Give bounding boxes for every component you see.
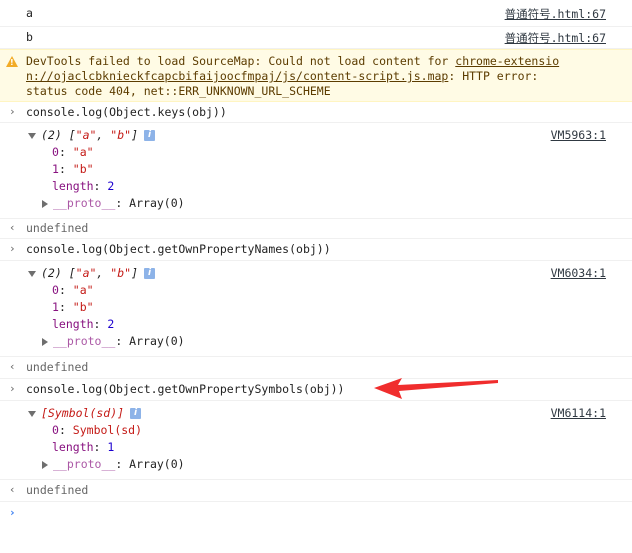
expand-triangle-icon[interactable] — [42, 337, 48, 346]
array-output: [Symbol(sd)] i VM6114:1 0: Symbol(sd) len… — [0, 401, 632, 480]
red-arrow-annotation — [374, 378, 498, 399]
result-undefined: ‹ undefined — [0, 219, 632, 239]
source-link[interactable]: VM6114:1 — [551, 406, 606, 420]
warning-text: status code 404, net::ERR_UNKNOWN_URL_SC… — [26, 84, 331, 98]
chevron-right-icon: › — [9, 242, 16, 255]
command-entry: › console.log(Object.getOwnPropertyNames… — [0, 239, 632, 261]
info-icon: i — [144, 268, 155, 279]
chevron-left-icon: ‹ — [9, 483, 16, 496]
array-summary[interactable]: (2) ["a", "b"] i — [28, 128, 155, 142]
result-undefined: ‹ undefined — [0, 357, 632, 379]
info-icon: i — [144, 130, 155, 141]
expand-triangle-icon[interactable] — [28, 410, 36, 417]
array-item: 0: Symbol(sd) — [52, 423, 143, 437]
prompt-chevron-icon: › — [9, 506, 16, 519]
source-link[interactable]: 普通符号.html:67 — [505, 30, 606, 46]
command-text: console.log(Object.getOwnPropertyNames(o… — [26, 242, 331, 256]
command-text: console.log(Object.getOwnPropertySymbols… — [26, 382, 345, 396]
arrow-shape — [374, 378, 498, 399]
proto-entry[interactable]: __proto__: Array(0) — [42, 457, 185, 471]
array-length: length: 2 — [52, 179, 115, 193]
array-item: 1: "b" — [52, 162, 94, 176]
expand-triangle-icon[interactable] — [28, 132, 36, 139]
chevron-right-icon: › — [9, 105, 16, 118]
expand-triangle-icon[interactable] — [42, 199, 48, 208]
array-summary[interactable]: [Symbol(sd)] i — [28, 406, 142, 420]
sourcemap-url-link-cont[interactable]: n://ojaclcbknieckfcapcbifaijoocfmpaj/js/… — [26, 69, 448, 83]
console-prompt[interactable]: › — [0, 502, 632, 526]
proto-entry[interactable]: __proto__: Array(0) — [42, 196, 185, 210]
array-length: length: 1 — [52, 440, 115, 454]
source-link[interactable]: VM6034:1 — [551, 266, 606, 280]
expand-triangle-icon[interactable] — [42, 460, 48, 469]
array-summary[interactable]: (2) ["a", "b"] i — [28, 266, 155, 280]
chevron-left-icon: ‹ — [9, 221, 16, 234]
log-message-a: a 普通符号.html:67 — [0, 0, 632, 27]
warning-text: : HTTP error: — [448, 69, 539, 83]
sourcemap-url-link[interactable]: chrome-extensio — [455, 54, 559, 68]
warning-icon: ! — [6, 56, 18, 67]
warning-text: DevTools failed to load SourceMap: Could… — [26, 54, 456, 68]
array-output: (2) ["a", "b"] i VM5963:1 0: "a" 1: "b" l… — [0, 123, 632, 219]
sourcemap-warning: ! DevTools failed to load SourceMap: Cou… — [0, 49, 632, 102]
chevron-right-icon: › — [9, 382, 16, 395]
array-item: 0: "a" — [52, 145, 94, 159]
array-output: (2) ["a", "b"] i VM6034:1 0: "a" 1: "b" l… — [0, 261, 632, 357]
source-link[interactable]: VM5963:1 — [551, 128, 606, 142]
result-undefined: ‹ undefined — [0, 480, 632, 502]
command-entry: › console.log(Object.getOwnPropertySymbo… — [0, 378, 632, 401]
chevron-left-icon: ‹ — [9, 360, 16, 373]
log-text: b — [26, 30, 33, 44]
expand-triangle-icon[interactable] — [28, 270, 36, 277]
array-item: 1: "b" — [52, 300, 94, 314]
source-link[interactable]: 普通符号.html:67 — [505, 6, 606, 22]
command-entry: › console.log(Object.keys(obj)) — [0, 102, 632, 123]
info-icon: i — [130, 408, 142, 419]
array-item: 0: "a" — [52, 283, 94, 297]
array-length: length: 2 — [52, 317, 115, 331]
command-text: console.log(Object.keys(obj)) — [26, 105, 227, 119]
console-panel: a 普通符号.html:67 b 普通符号.html:67 ! DevTools… — [0, 0, 632, 526]
log-text: a — [26, 6, 33, 20]
proto-entry[interactable]: __proto__: Array(0) — [42, 334, 185, 348]
log-message-b: b 普通符号.html:67 — [0, 27, 632, 49]
